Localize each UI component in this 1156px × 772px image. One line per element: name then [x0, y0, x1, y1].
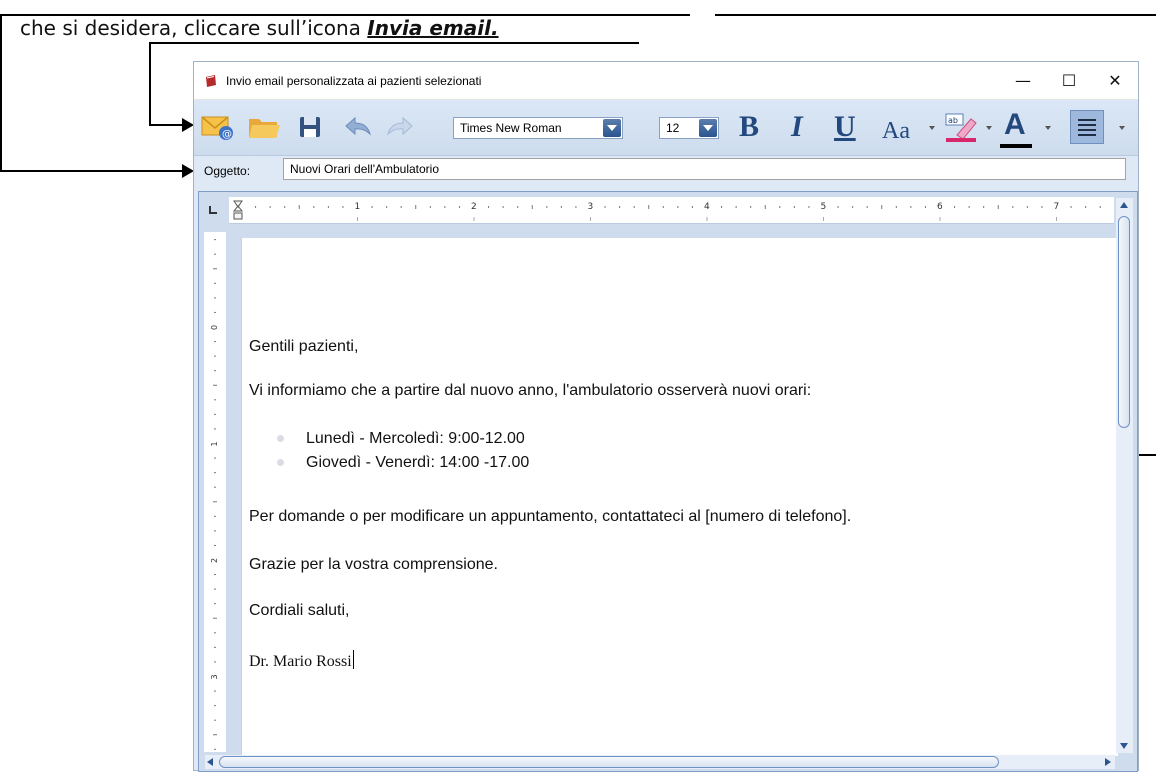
- vertical-scroll-thumb[interactable]: [1118, 216, 1130, 428]
- intro-line: Vi informiamo che a partire dal nuovo an…: [249, 382, 812, 399]
- horizontal-scrollbar[interactable]: [205, 755, 1115, 769]
- maximize-button[interactable]: ☐: [1046, 62, 1092, 99]
- app-icon: [206, 74, 216, 87]
- window-controls: — ☐ ✕: [1000, 62, 1138, 99]
- callout-line-outer: [0, 14, 2, 172]
- italic-button[interactable]: I: [791, 109, 803, 145]
- tab-stop-icon[interactable]: [208, 205, 218, 215]
- vertical-scrollbar[interactable]: [1116, 198, 1133, 753]
- indent-marker: [232, 200, 244, 220]
- bullet-icon: [277, 459, 284, 467]
- chevron-down-icon[interactable]: [699, 119, 717, 137]
- subject-row: Oggetto: Nuovi Orari dell'Ambulatorio: [194, 155, 1138, 187]
- signature-line: Dr. Mario Rossi: [249, 650, 354, 671]
- svg-text:ab: ab: [948, 116, 958, 125]
- folder-open-icon: [249, 119, 280, 138]
- save-button[interactable]: [292, 110, 328, 144]
- formatting-toolbar: @ Times New Roman 12 B I U Aa ab A: [194, 100, 1138, 156]
- font-family-value: Times New Roman: [460, 121, 562, 135]
- scroll-right-icon[interactable]: [1105, 758, 1111, 766]
- svg-text:@: @: [222, 129, 232, 140]
- email-editor-window: Invio email personalizzata ai pazienti s…: [193, 61, 1139, 772]
- send-email-button[interactable]: @: [200, 110, 236, 144]
- closing-line: Cordiali saluti,: [249, 602, 350, 619]
- instruction-caption: che si desidera, cliccare sull’icona Inv…: [0, 0, 720, 44]
- vertical-ruler-ticks: 0 1 2 3: [210, 239, 219, 750]
- chevron-down-icon[interactable]: [603, 119, 621, 137]
- subject-label: Oggetto:: [204, 164, 251, 178]
- vertical-ruler-number: 2: [210, 558, 219, 563]
- ruler-number: 5: [821, 202, 827, 212]
- undo-button[interactable]: [340, 110, 376, 144]
- send-email-icon: @: [201, 116, 233, 140]
- undo-icon: [345, 116, 371, 136]
- signature-text: Dr. Mario Rossi: [249, 653, 352, 670]
- horizontal-ruler[interactable]: 1 2 3 4 5 6 7: [229, 197, 1114, 224]
- align-left-button[interactable]: [1070, 110, 1104, 144]
- font-color-dropdown-icon[interactable]: [1045, 126, 1051, 130]
- callout-line-inner-top: [149, 42, 639, 44]
- schedule-line-2: Giovedì - Venerdì: 14:00 -17.00: [306, 454, 530, 471]
- contact-line: Per domande o per modificare un appuntam…: [249, 508, 852, 525]
- font-family-select[interactable]: Times New Roman: [453, 117, 623, 139]
- highlighter-icon: ab: [945, 113, 977, 142]
- horizontal-scroll-thumb[interactable]: [219, 756, 999, 768]
- redo-button[interactable]: [382, 110, 418, 144]
- callout-line-inner: [149, 42, 151, 126]
- list-item: Giovedì - Venerdì: 14:00 -17.00: [277, 454, 529, 472]
- bold-button[interactable]: B: [739, 109, 759, 145]
- ruler-number: 1: [355, 202, 361, 212]
- vertical-ruler-number: 0: [210, 325, 219, 330]
- caption-prefix: che si desidera, cliccare sull’icona: [20, 16, 368, 40]
- vertical-ruler[interactable]: 0 1 2 3: [204, 232, 226, 752]
- ruler-number: 7: [1054, 202, 1060, 212]
- subject-input[interactable]: Nuovi Orari dell'Ambulatorio: [283, 158, 1126, 180]
- ruler-number: 2: [471, 202, 477, 212]
- change-case-dropdown-icon[interactable]: [929, 126, 935, 130]
- change-case-button[interactable]: Aa: [882, 113, 910, 149]
- ruler-number: 3: [588, 202, 594, 212]
- scroll-up-icon[interactable]: [1120, 202, 1128, 208]
- caption-text: che si desidera, cliccare sull’icona Inv…: [20, 16, 499, 40]
- ruler-ticks: 1 2 3 4 5 6 7: [232, 200, 1101, 221]
- callout-line-outer-h: [0, 170, 184, 172]
- vertical-ruler-number: 3: [210, 674, 219, 679]
- ruler-number: 4: [704, 202, 710, 212]
- caption-emphasis: Invia email.: [367, 16, 499, 40]
- floppy-disk-icon: [300, 117, 320, 137]
- ruler-number: 6: [937, 202, 943, 212]
- scroll-left-icon[interactable]: [207, 758, 213, 766]
- align-dropdown-icon[interactable]: [1119, 126, 1125, 130]
- bullet-icon: [277, 435, 284, 443]
- font-size-select[interactable]: 12: [659, 117, 719, 139]
- highlight-button[interactable]: ab: [942, 110, 982, 144]
- vertical-ruler-number: 1: [210, 441, 219, 446]
- font-color-button[interactable]: A: [1004, 107, 1026, 143]
- redo-icon: [387, 116, 413, 136]
- greeting-line: Gentili pazienti,: [249, 338, 359, 355]
- caption-top-rule-right: [715, 14, 1156, 16]
- close-button[interactable]: ✕: [1092, 62, 1138, 99]
- minimize-button[interactable]: —: [1000, 62, 1046, 99]
- schedule-line-1: Lunedì - Mercoledì: 9:00-12.00: [306, 430, 525, 447]
- document-page[interactable]: Gentili pazienti, Vi informiamo che a pa…: [241, 238, 1118, 756]
- rich-text-editor: 1 2 3 4 5 6 7 0 1 2 3 Gentili pazienti, Vi inform…: [198, 191, 1138, 772]
- font-color-swatch: [1000, 144, 1032, 148]
- list-item: Lunedì - Mercoledì: 9:00-12.00: [277, 430, 525, 448]
- font-size-value: 12: [666, 121, 680, 135]
- scroll-down-icon[interactable]: [1120, 743, 1128, 749]
- title-bar: Invio email personalizzata ai pazienti s…: [194, 62, 1138, 100]
- callout-line-inner-h: [149, 124, 185, 126]
- thanks-line: Grazie per la vostra comprensione.: [249, 556, 498, 573]
- window-title: Invio email personalizzata ai pazienti s…: [226, 73, 482, 88]
- text-caret: [352, 650, 354, 669]
- open-button[interactable]: [246, 110, 282, 144]
- highlight-dropdown-icon[interactable]: [986, 126, 992, 130]
- underline-button[interactable]: U: [834, 109, 856, 145]
